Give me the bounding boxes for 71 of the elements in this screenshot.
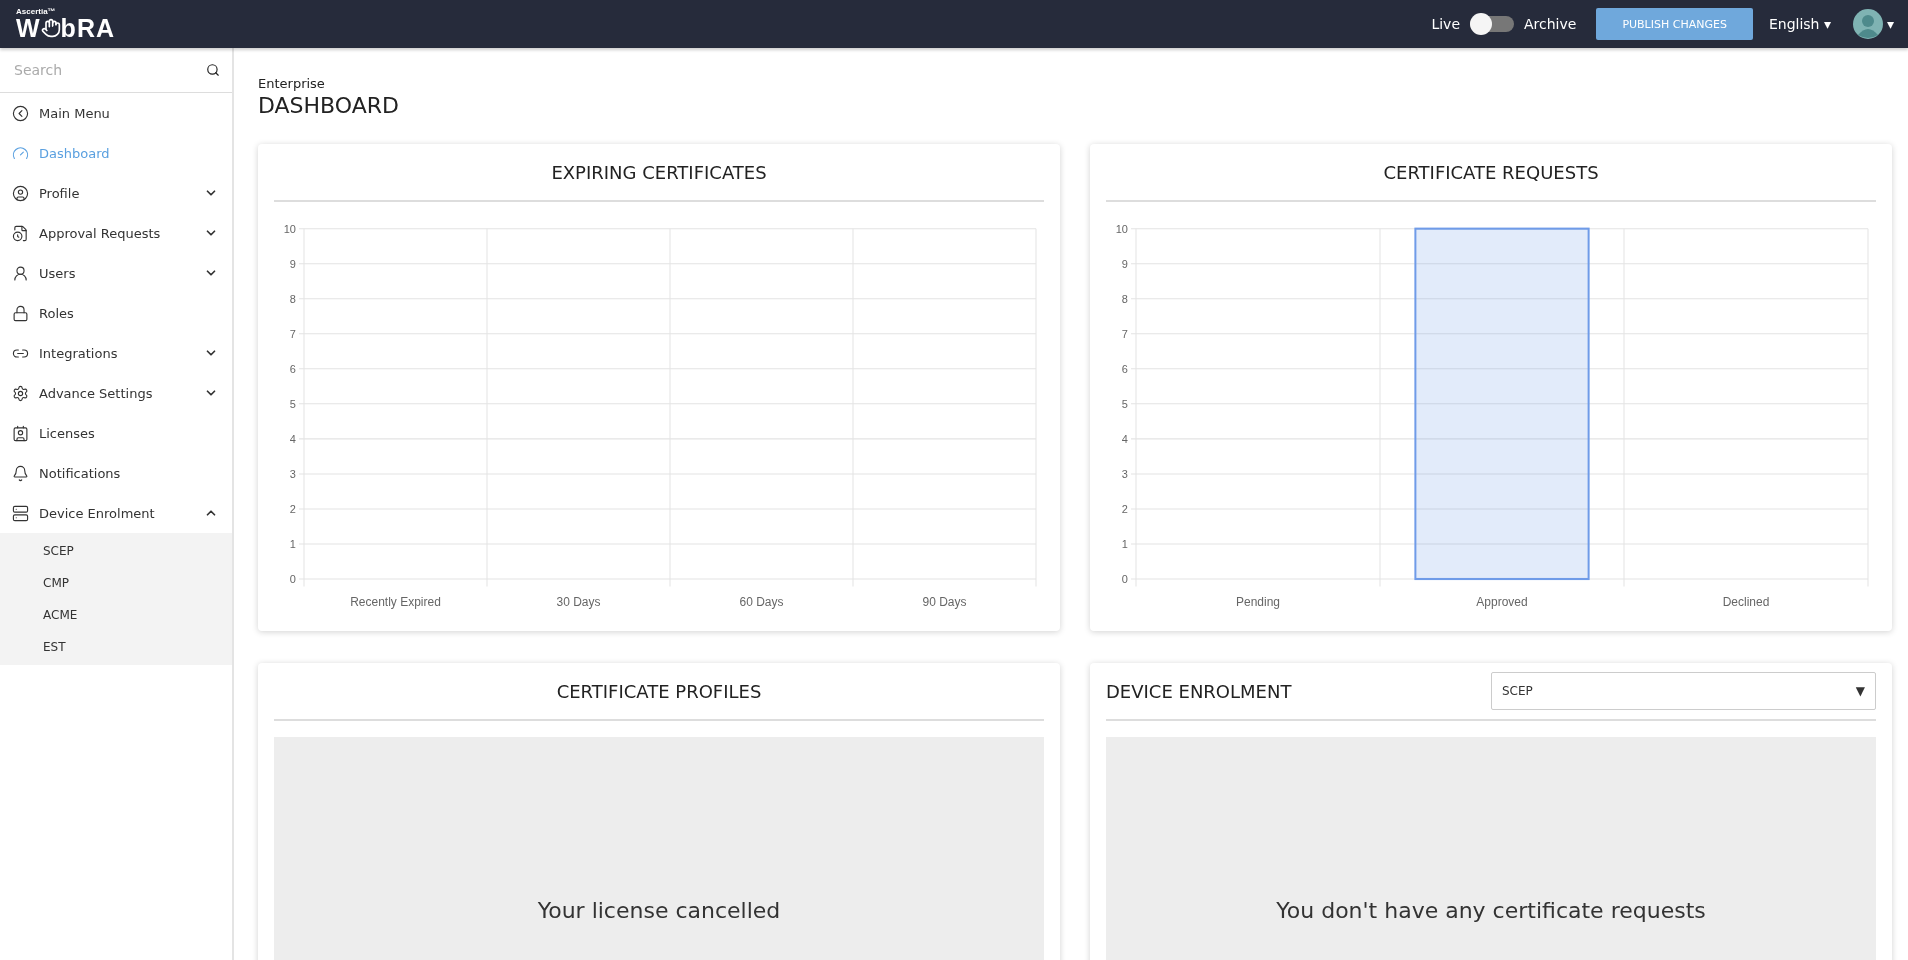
card-title: EXPIRING CERTIFICATES [551,161,767,183]
axis-tick-label: 2 [289,502,296,516]
mode-label: Live [1431,16,1460,32]
lock-icon [12,304,29,322]
logo: Ascertia™ W bRA [16,7,115,41]
axis-category-label: 60 Days [739,595,784,610]
axis-tick-label: 7 [1121,327,1128,341]
axis-tick-label: 1 [1121,537,1128,551]
axis-tick-label: 4 [1121,432,1128,446]
axis-tick-label: 9 [1121,257,1128,270]
sidebar-item[interactable]: Licenses [0,413,232,453]
server-icon [12,504,29,522]
sidebar-item[interactable]: Profile [0,173,232,213]
axis-tick-label: 4 [289,432,296,446]
axis-category-label: Pending [1236,595,1280,610]
empty-message: Your license cancelled [537,897,781,923]
axis-category-label: Declined [1722,595,1770,610]
user-icon [12,264,29,282]
sidebar-item[interactable]: Approval Requests [0,213,232,253]
axis-tick-label: 3 [289,467,296,481]
contact-card-icon [12,424,29,442]
axis-tick-label: 0 [1121,572,1128,586]
axis-tick-label: 8 [289,292,296,305]
page-title: DASHBOARD [258,93,401,118]
search-icon[interactable] [206,63,220,77]
sidebar-item[interactable]: Main Menu [0,93,232,133]
sidebar-subitem[interactable]: EST [0,631,232,663]
axis-tick-label: 7 [289,327,296,341]
sidebar-item[interactable]: Integrations [0,333,232,373]
axis-tick-label: 1 [289,537,296,551]
mode-label: Archive [1524,16,1577,32]
axis-category-label: Approved [1476,595,1528,610]
mode-toggle[interactable] [1470,16,1514,32]
sidebar-subitem[interactable]: ACME [0,599,232,631]
account-menu-caret[interactable]: ▾ [1886,16,1894,32]
card-title: CERTIFICATE REQUESTS [1383,161,1599,183]
user-circle-icon [12,184,29,202]
axis-tick-label: 6 [289,362,296,376]
card-title: CERTIFICATE PROFILES [556,680,762,702]
axis-category-label: 90 Days [922,595,967,610]
sidebar-item[interactable]: Users [0,253,232,293]
empty-message: You don't have any certificate requests [1276,897,1706,923]
sidebar-item[interactable]: Device Enrolment [0,493,232,533]
enrolment-protocol-select[interactable]: SCEP ▼ [1491,672,1876,710]
breadcrumb: Enterprise [258,76,326,91]
axis-tick-label: 3 [1121,467,1128,481]
axis-tick-label: 8 [1121,292,1128,305]
axis-category-label: 30 Days [556,595,601,610]
axis-tick-label: 10 [283,222,296,235]
sidebar-item[interactable]: Roles [0,293,232,333]
hand-pointer-icon [40,18,61,38]
axis-tick-label: 9 [289,257,296,270]
gauge-icon [12,144,29,162]
axis-tick-label: 5 [1121,397,1128,411]
axis-tick-label: 0 [289,572,296,586]
settings-icon [12,384,29,402]
circle-chevron-left-icon [12,104,29,122]
avatar-icon[interactable] [1852,9,1883,39]
axis-category-label: Recently Expired [350,595,441,610]
sidebar-subitem[interactable]: SCEP [0,535,232,567]
axis-tick-label: 10 [1115,222,1128,235]
bell-icon [12,464,29,482]
sidebar-item[interactable]: Advance Settings [0,373,232,413]
sidebar-subitem[interactable]: CMP [0,567,232,599]
sidebar-item[interactable]: Notifications [0,453,232,493]
file-clock-icon [12,224,29,242]
axis-tick-label: 6 [1121,362,1128,376]
axis-tick-label: 5 [289,397,296,411]
card-title: DEVICE ENROLMENT [1106,680,1292,702]
language-dropdown[interactable]: English ▾ [1768,16,1831,32]
axis-tick-label: 2 [1121,502,1128,516]
